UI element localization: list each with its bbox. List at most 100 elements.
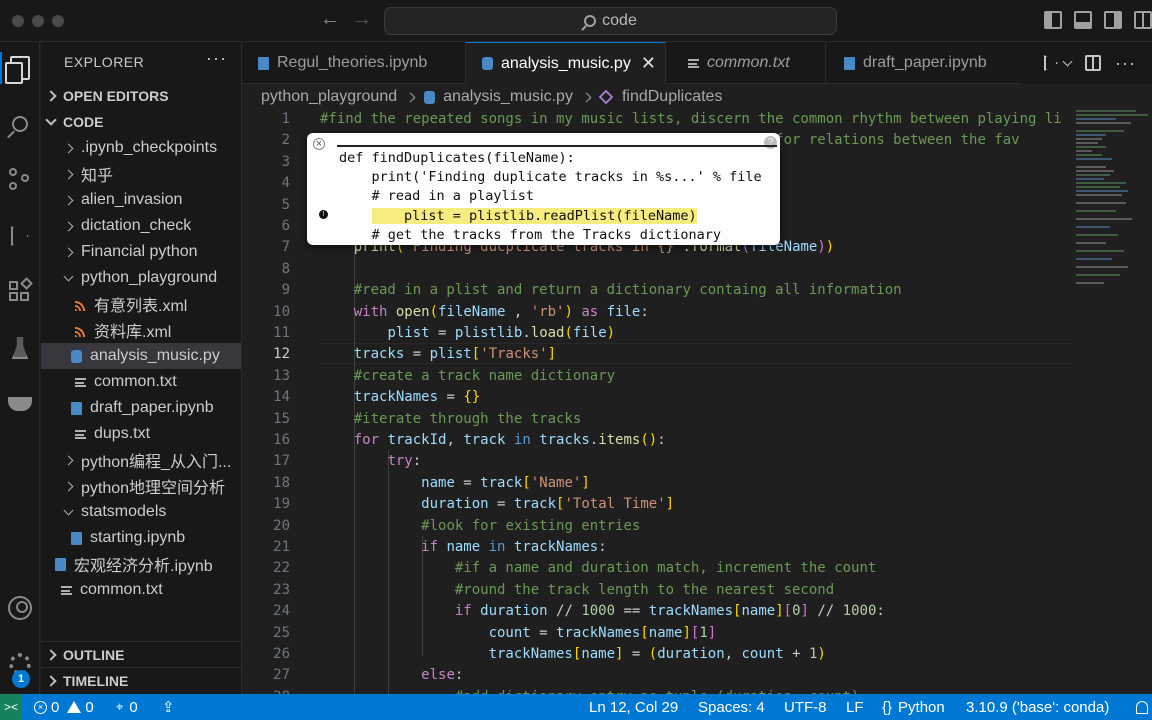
close-icon[interactable]: × — [313, 138, 325, 150]
command-center-search[interactable]: code — [384, 7, 837, 35]
account-icon — [8, 596, 32, 620]
tree-file[interactable]: dups.txt — [41, 421, 241, 447]
extensions-icon — [9, 277, 33, 303]
minimap-line — [1076, 234, 1118, 236]
code-line: name = track['Name'] — [421, 474, 590, 491]
chevron-right-icon — [45, 90, 57, 102]
run-file-icon[interactable] — [1044, 55, 1058, 71]
tab-regul-theories[interactable]: Regul_theories.ipynb — [242, 42, 466, 84]
tree-file[interactable]: starting.ipynb — [41, 525, 241, 551]
command-center-label: code — [602, 12, 637, 29]
more-actions-icon[interactable]: ··· — [206, 48, 227, 69]
line-number: 11 — [273, 325, 290, 341]
run-debug-activity[interactable] — [0, 216, 40, 256]
breakpoint-marker-icon: ! — [319, 210, 328, 219]
source-control-activity[interactable] — [0, 160, 40, 200]
chevron-right-icon — [63, 247, 74, 257]
chevron-right-icon — [63, 221, 74, 231]
tree-folder[interactable]: 知乎 — [41, 161, 241, 187]
line-number: 8 — [281, 260, 290, 277]
minimap[interactable] — [1072, 108, 1152, 694]
manage-activity[interactable]: 1 — [0, 644, 40, 688]
breadcrumb-symbol[interactable]: findDuplicates — [622, 88, 723, 106]
language-mode[interactable]: {} Python — [882, 694, 945, 720]
tree-file[interactable]: 宏观经济分析.ipynb — [41, 551, 241, 577]
more-actions-icon[interactable]: ··· — [1115, 53, 1136, 74]
tree-file[interactable]: 资料库.xml — [41, 317, 241, 343]
breadcrumb-file[interactable]: analysis_music.py — [443, 88, 573, 106]
open-editors-section[interactable]: OPEN EDITORS — [45, 85, 169, 107]
extensions-activity[interactable] — [0, 272, 40, 312]
window-maximize-button[interactable] — [52, 15, 64, 27]
code-line: count = trackNames[name][1] — [488, 624, 717, 641]
minimap-line — [1076, 110, 1136, 112]
remote-indicator[interactable]: >< — [0, 694, 22, 720]
text-file-icon — [61, 585, 72, 595]
tree-folder[interactable]: python编程_从入门... — [41, 447, 241, 473]
eol-setting[interactable]: LF — [846, 694, 864, 720]
warning-icon — [67, 701, 82, 713]
help-icon[interactable]: ? — [764, 136, 777, 149]
tab-common-txt[interactable]: common.txt — [666, 42, 826, 84]
window-minimize-button[interactable] — [32, 15, 44, 27]
customize-layout-icon[interactable] — [1134, 11, 1152, 29]
cursor-position[interactable]: Ln 12, Col 29 — [589, 694, 678, 720]
tree-file[interactable]: draft_paper.ipynb — [41, 395, 241, 421]
text-file-icon — [75, 377, 86, 387]
minimap-line — [1076, 154, 1102, 156]
code-line: #iterate through the tracks — [353, 410, 582, 427]
method-symbol-icon — [598, 89, 614, 105]
minimap-line — [1076, 266, 1128, 268]
tree-folder[interactable]: python地理空间分析 — [41, 473, 241, 499]
tab-analysis-music[interactable]: analysis_music.py ✕ — [466, 42, 666, 84]
notifications-indicator[interactable] — [1136, 694, 1148, 720]
chevron-down-icon[interactable] — [1062, 56, 1073, 66]
breadcrumb-folder[interactable]: python_playground — [261, 88, 397, 106]
editor-actions: ··· — [1022, 42, 1152, 84]
tree-folder[interactable]: alien_invasion — [41, 187, 241, 213]
docker-activity[interactable] — [0, 384, 40, 424]
ports-indicator[interactable]: ⌖ 0 — [116, 694, 138, 720]
python-interpreter[interactable]: 3.10.9 ('base': conda) — [966, 694, 1109, 720]
python-file-icon — [424, 90, 436, 104]
bell-icon — [1136, 700, 1148, 714]
workspace-root-section[interactable]: CODE — [45, 111, 103, 133]
toggle-panel-icon[interactable] — [1074, 11, 1092, 29]
problems-indicator[interactable]: × 0 0 — [34, 694, 94, 720]
search-activity[interactable] — [0, 104, 40, 144]
antenna-icon: ⌖ — [116, 699, 124, 714]
tree-file[interactable]: common.txt — [41, 369, 241, 395]
tree-file[interactable]: 有意列表.xml — [41, 291, 241, 317]
toggle-secondary-sidebar-icon[interactable] — [1104, 11, 1122, 29]
testing-activity[interactable] — [0, 328, 40, 368]
accounts-activity[interactable] — [0, 588, 40, 628]
minimap-line — [1076, 218, 1132, 220]
chevron-right-icon — [63, 143, 74, 153]
tree-folder[interactable]: Financial python — [41, 239, 241, 265]
tree-folder[interactable]: dictation_check — [41, 213, 241, 239]
timeline-section[interactable]: TIMELINE — [41, 667, 241, 693]
toggle-primary-sidebar-icon[interactable] — [1044, 11, 1062, 29]
live-share-indicator[interactable]: ⇪ — [162, 694, 175, 720]
tree-file[interactable]: common.txt — [41, 577, 241, 603]
chevron-right-icon — [45, 674, 57, 687]
close-tab-icon[interactable]: ✕ — [641, 53, 656, 74]
tree-file-selected[interactable]: analysis_music.py — [41, 343, 241, 369]
forward-arrow-icon[interactable]: → — [352, 8, 372, 31]
split-editor-icon[interactable] — [1085, 55, 1101, 71]
tree-folder[interactable]: python_playground — [41, 265, 241, 291]
minimap-line — [1076, 166, 1106, 168]
outline-section[interactable]: OUTLINE — [41, 641, 241, 667]
minimap-line — [1076, 150, 1092, 152]
back-arrow-icon[interactable]: ← — [320, 8, 340, 31]
tree-folder[interactable]: .ipynb_checkpoints — [41, 135, 241, 161]
indentation-setting[interactable]: Spaces: 4 — [698, 694, 765, 720]
tree-folder[interactable]: statsmodels — [41, 499, 241, 525]
window-close-button[interactable] — [12, 15, 24, 27]
encoding-setting[interactable]: UTF-8 — [784, 694, 827, 720]
hover-code-line: print('Finding duplicate tracks in %s...… — [339, 169, 762, 185]
python-file-icon — [71, 349, 82, 363]
notebook-file-icon — [258, 56, 269, 70]
explorer-activity[interactable] — [0, 48, 40, 88]
tab-draft-paper[interactable]: draft_paper.ipynb — [826, 42, 1026, 84]
